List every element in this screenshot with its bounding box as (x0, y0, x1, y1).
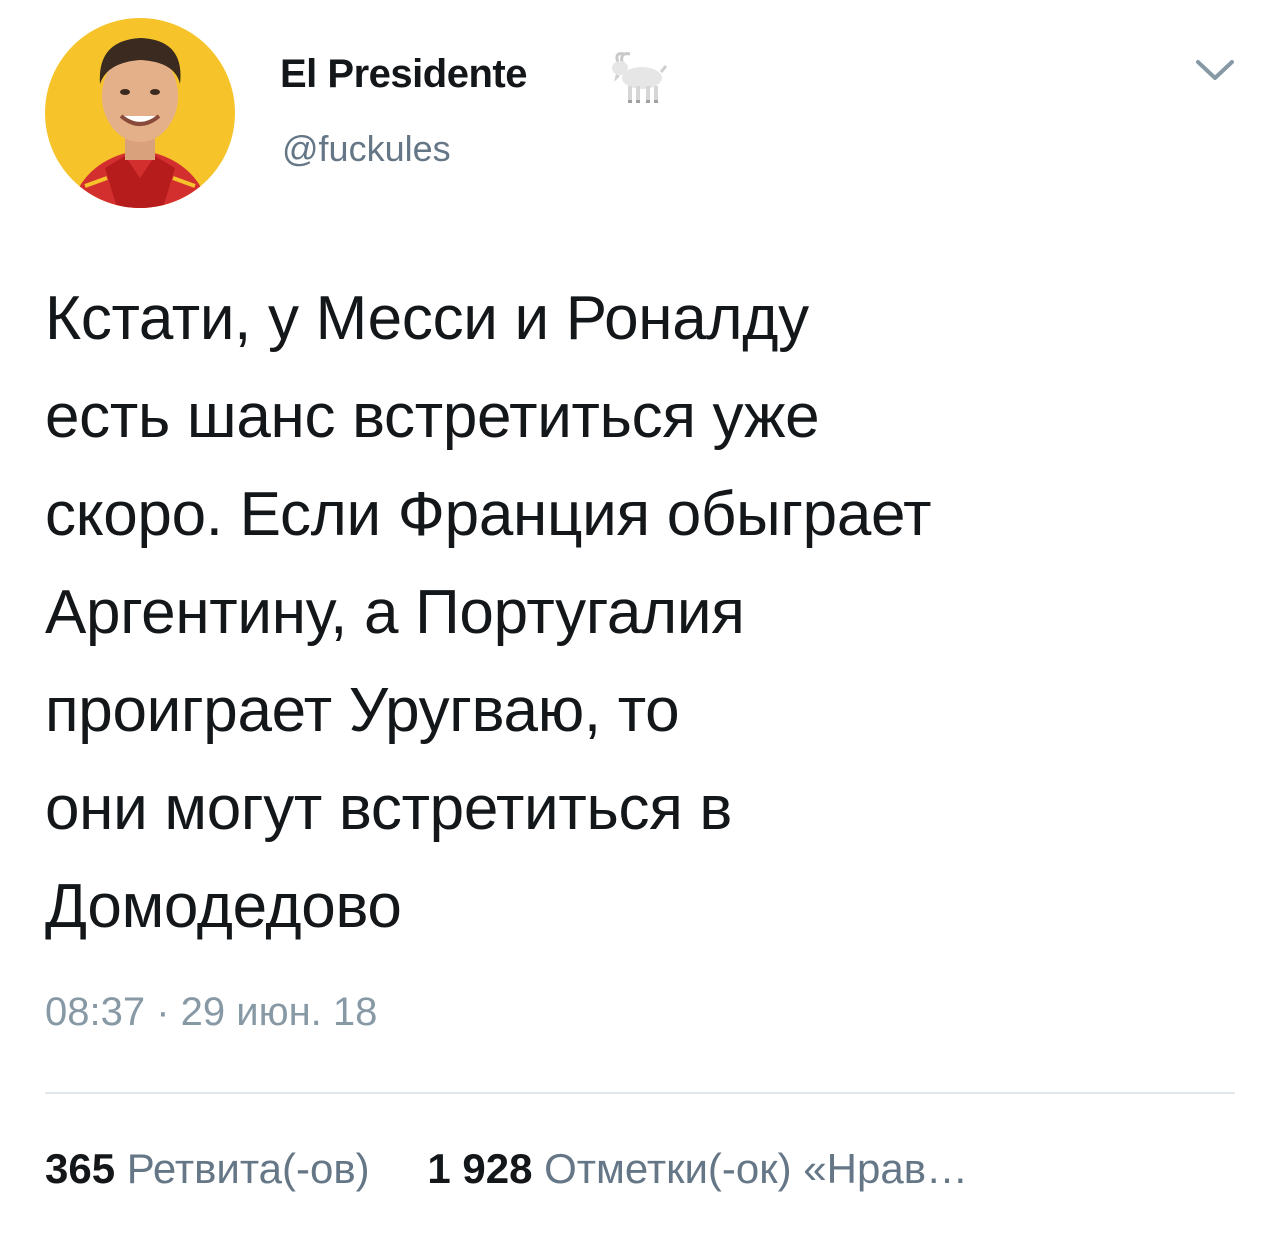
divider (45, 1092, 1235, 1094)
likes-stat[interactable]: 1 928 Отметки(-ок) «Нрав… (427, 1145, 968, 1192)
tweet-stats: 365 Ретвита(-ов) 1 928 Отметки(-ок) «Нра… (45, 1145, 968, 1193)
avatar-photo (45, 18, 235, 208)
goat-icon (612, 52, 668, 103)
retweets-count: 365 (45, 1145, 116, 1192)
chevron-down-icon[interactable] (1190, 48, 1240, 88)
likes-label: Отметки(-ок) «Нрав… (544, 1145, 969, 1192)
user-handle[interactable]: @fuckules (282, 128, 451, 170)
likes-count: 1 928 (427, 1145, 533, 1192)
retweets-label: Ретвита(-ов) (126, 1145, 370, 1192)
tweet-timestamp[interactable]: 08:37 · 29 июн. 18 (45, 990, 377, 1035)
display-name[interactable]: El Presidente (280, 52, 527, 97)
tweet-text: Кстати, у Месси и Роналду есть шанс встр… (45, 284, 932, 941)
avatar[interactable] (45, 18, 235, 208)
retweets-stat[interactable]: 365 Ретвита(-ов) (45, 1145, 381, 1192)
